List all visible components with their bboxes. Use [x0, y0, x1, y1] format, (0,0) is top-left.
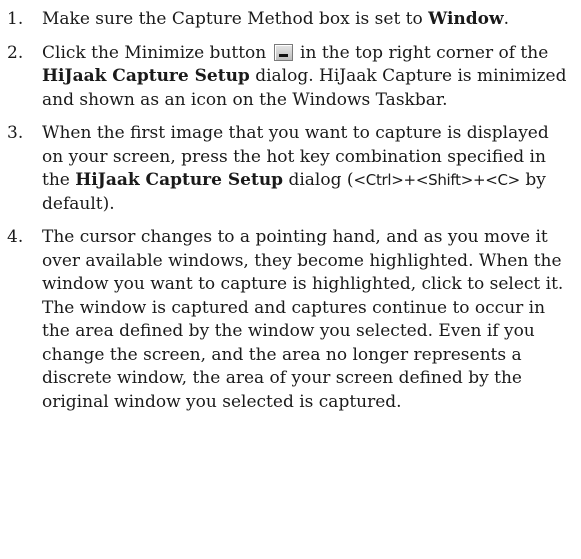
- step-text: Make sure the Capture Method box is set …: [42, 9, 429, 29]
- step-1: 1. Make sure the Capture Method box is s…: [0, 8, 581, 32]
- document-page: 1. Make sure the Capture Method box is s…: [0, 0, 581, 559]
- step-number: 4.: [7, 227, 24, 247]
- step-4: 4. The cursor changes to a pointing hand…: [0, 226, 581, 414]
- step-number: 2.: [7, 42, 24, 63]
- step-2: 2. Click the Minimize button in the top …: [0, 42, 581, 113]
- instruction-steps-list: 1. Make sure the Capture Method box is s…: [0, 8, 581, 414]
- step-text: dialog (: [283, 170, 354, 190]
- step-text: Click the Minimize button: [42, 42, 272, 63]
- step-text: in the top right corner of the: [294, 42, 549, 63]
- minimize-button-icon: [273, 43, 293, 61]
- step-3: 3. When the first image that you want to…: [0, 122, 581, 216]
- step-number: 3.: [7, 123, 24, 143]
- step-text: The cursor changes to a pointing hand, a…: [42, 227, 564, 412]
- step-bold-term: HiJaak Capture Setup: [75, 170, 284, 190]
- step-bold-term: HiJaak Capture Setup: [42, 66, 250, 86]
- hotkey-combination: <Ctrl>+<Shift>+<C>: [353, 171, 521, 189]
- step-text: .: [503, 9, 510, 29]
- step-bold-term: Window: [428, 9, 504, 29]
- step-number: 1.: [7, 9, 24, 29]
